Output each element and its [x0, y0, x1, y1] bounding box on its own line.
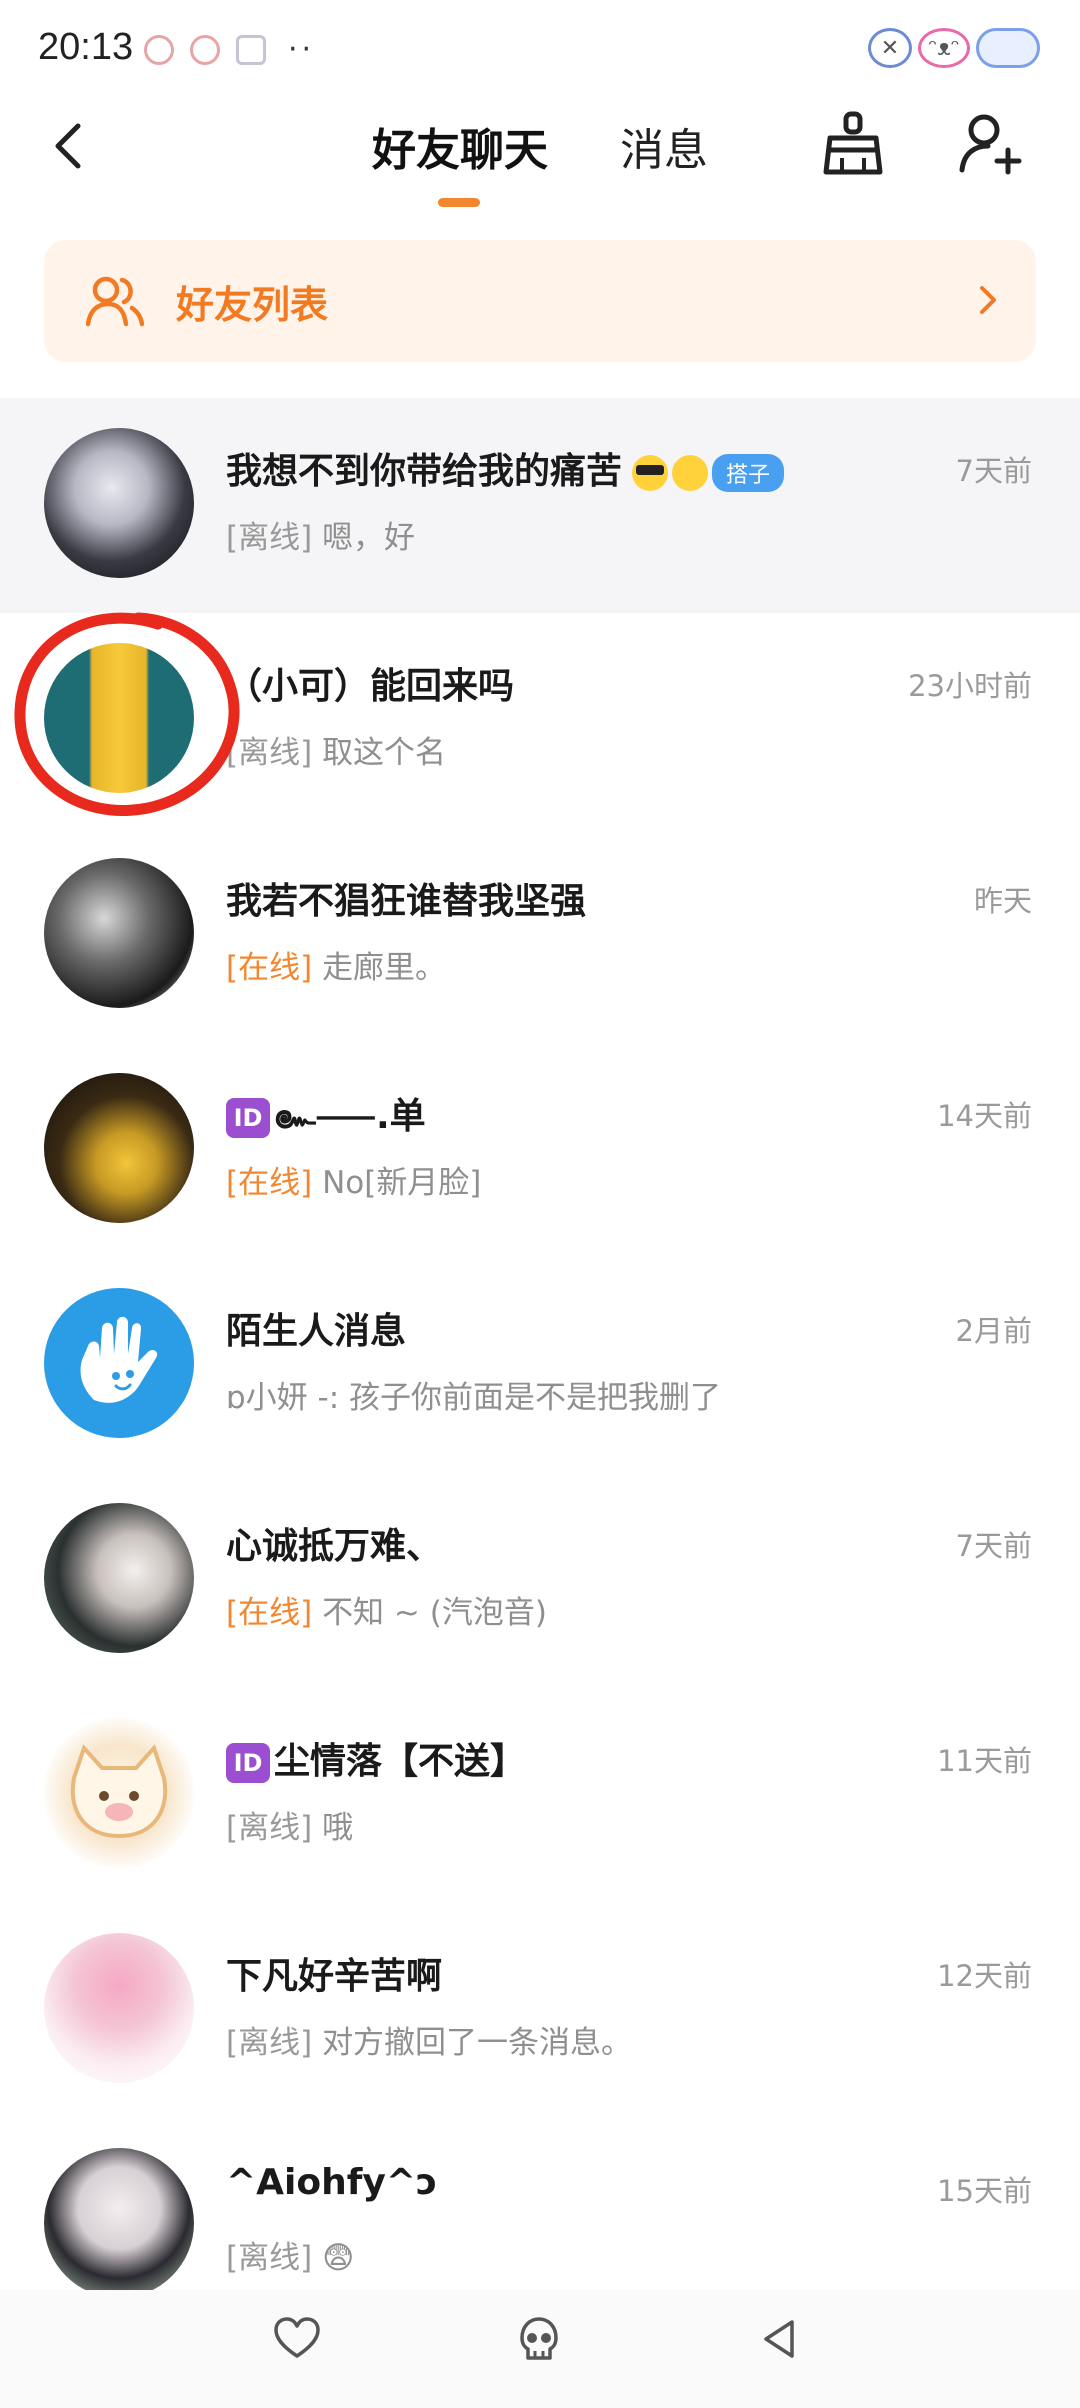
chat-item[interactable]: 我若不猖狂谁替我坚强 昨天 [在线] 走廊里。 [0, 828, 1080, 1043]
last-message: 走廊里。 [322, 950, 447, 986]
avatar[interactable] [44, 1718, 194, 1868]
chat-preview: [离线] 😨 [226, 2232, 354, 2277]
last-message: 不知 ~ (汽泡音) [322, 1595, 547, 1631]
active-tab-indicator [438, 198, 480, 207]
online-status: [在线] [226, 1595, 313, 1631]
emoji-sticker-icon [672, 455, 709, 491]
heart-sticker-icon: ✕ [868, 28, 912, 68]
chat-preview: [在线] No[新月脸] [226, 1157, 481, 1202]
online-status: [离线] [226, 520, 313, 556]
notification-icons: ·· [144, 32, 315, 67]
app-notification-icon [144, 34, 174, 65]
chat-name-text: 尘情落【不送】 [274, 1741, 527, 1782]
status-bar: 20:13 ·· ✕ ᵔᴥᵔ [0, 0, 1080, 96]
status-time: 20:13 [38, 26, 134, 68]
chat-item[interactable]: ID 尘情落【不送】 11天前 [离线] 哦 [0, 1688, 1080, 1903]
sunglasses-sticker-icon [632, 455, 669, 491]
last-message: 😨 [322, 2240, 355, 2276]
online-status: [在线] [226, 950, 313, 986]
avatar[interactable] [44, 1073, 194, 1223]
chat-item[interactable]: 我想不到你带给我的痛苦 搭子 7天前 [离线] 嗯，好 [0, 398, 1080, 613]
avatar[interactable] [44, 2148, 194, 2298]
chat-name: 陌生人消息 [226, 1311, 407, 1352]
id-badge: ID [226, 1743, 270, 1783]
tab-messages[interactable]: 消息 [620, 114, 708, 178]
header: 好友聊天 消息 [0, 96, 1080, 226]
bottom-nav-bar [0, 2290, 1080, 2408]
tab-friend-chat[interactable]: 好友聊天 [372, 114, 548, 178]
face-sticker-icon: ᵔᴥᵔ [918, 28, 970, 68]
friends-list-banner[interactable]: 好友列表 [44, 240, 1036, 362]
chat-name: ID ๛⸺.单 [226, 1087, 426, 1144]
chat-name: ID 尘情落【不送】 [226, 1732, 526, 1784]
last-message: 嗯，好 [322, 520, 416, 556]
add-friend-icon[interactable] [958, 110, 1024, 176]
avatar[interactable] [44, 1503, 194, 1653]
chat-time: 2月前 [955, 1314, 1032, 1348]
chat-item[interactable]: 心诚抵万难、 7天前 [在线] 不知 ~ (汽泡音) [0, 1473, 1080, 1688]
chat-time: 14天前 [937, 1099, 1032, 1133]
hand-icon [80, 1316, 158, 1403]
chat-preview: [在线] 走廊里。 [226, 942, 446, 987]
chat-time: 12天前 [937, 1959, 1032, 1993]
heart-nav-icon[interactable] [272, 2314, 322, 2364]
avatar[interactable] [44, 858, 194, 1008]
chat-item[interactable]: 下凡好辛苦啊 12天前 [离线] 对方撤回了一条消息。 [0, 1903, 1080, 2118]
chat-preview: [离线] 对方撤回了一条消息。 [226, 2017, 632, 2062]
status-right-icons: ✕ ᵔᴥᵔ [868, 28, 1040, 68]
chat-preview: [离线] 嗯，好 [226, 512, 415, 557]
skull-nav-icon[interactable] [514, 2314, 564, 2364]
online-status: [离线] [226, 2240, 313, 2276]
chevron-right-icon [980, 286, 996, 314]
battery-sticker-icon [976, 28, 1040, 68]
chat-time: 23小时前 [908, 669, 1032, 703]
avatar[interactable] [44, 428, 194, 578]
chat-time: 7天前 [955, 454, 1032, 488]
chat-name: 我若不猖狂谁替我坚强 [226, 881, 587, 922]
chat-name: 心诚抵万难、 [226, 1526, 443, 1567]
chat-time: 11天前 [937, 1744, 1032, 1778]
chat-preview: ɒ小妍 -: 孩子你前面是不是把我删了 [226, 1372, 721, 1417]
chat-item[interactable]: 陌生人消息 2月前 ɒ小妍 -: 孩子你前面是不是把我删了 [0, 1258, 1080, 1473]
last-message: No[新月脸] [322, 1165, 482, 1201]
chat-preview: [离线] 取这个名 [226, 727, 446, 772]
chat-name: 我想不到你带给我的痛苦 搭子 [226, 442, 785, 494]
back-icon[interactable] [40, 116, 100, 176]
chat-name-text: 我想不到你带给我的痛苦 [226, 451, 623, 492]
more-notifications-icon: ·· [288, 32, 316, 67]
chat-preview: [离线] 哦 [226, 1802, 353, 1847]
online-status: [离线] [226, 1810, 313, 1846]
friends-icon [86, 276, 144, 327]
calendar-notification-icon [236, 34, 266, 65]
last-message: 取这个名 [322, 735, 447, 771]
last-message: ɒ小妍 -: 孩子你前面是不是把我删了 [226, 1380, 722, 1416]
last-message: 哦 [322, 1810, 354, 1846]
cartoon-cat-icon [70, 1744, 168, 1839]
chat-time: 7天前 [955, 1529, 1032, 1563]
chat-name: ^Aiohfy^ɔ [226, 2162, 438, 2203]
last-message: 对方撤回了一条消息。 [322, 2025, 633, 2061]
back-triangle-nav-icon[interactable] [756, 2314, 806, 2364]
chat-time: 昨天 [973, 884, 1032, 918]
chat-time: 15天前 [937, 2174, 1032, 2208]
online-status: [在线] [226, 1165, 313, 1201]
app-notification-icon [190, 34, 220, 65]
chat-preview: [在线] 不知 ~ (汽泡音) [226, 1587, 547, 1632]
partner-badge: 搭子 [712, 454, 785, 492]
chat-name: 下凡好辛苦啊 [226, 1956, 443, 1997]
friends-list-label: 好友列表 [176, 283, 329, 327]
id-badge: ID [226, 1098, 270, 1138]
chat-name-text: ๛⸺.单 [274, 1096, 426, 1137]
red-annotation-circle [14, 612, 240, 816]
clean-broom-icon[interactable] [822, 110, 884, 176]
stranger-avatar[interactable] [44, 1288, 194, 1438]
chat-name: （小可）能回来吗 [226, 666, 515, 707]
avatar[interactable] [44, 1933, 194, 2083]
chat-item[interactable]: ID ๛⸺.单 14天前 [在线] No[新月脸] [0, 1043, 1080, 1258]
online-status: [离线] [226, 2025, 313, 2061]
name-badges: 搭子 [632, 454, 785, 492]
